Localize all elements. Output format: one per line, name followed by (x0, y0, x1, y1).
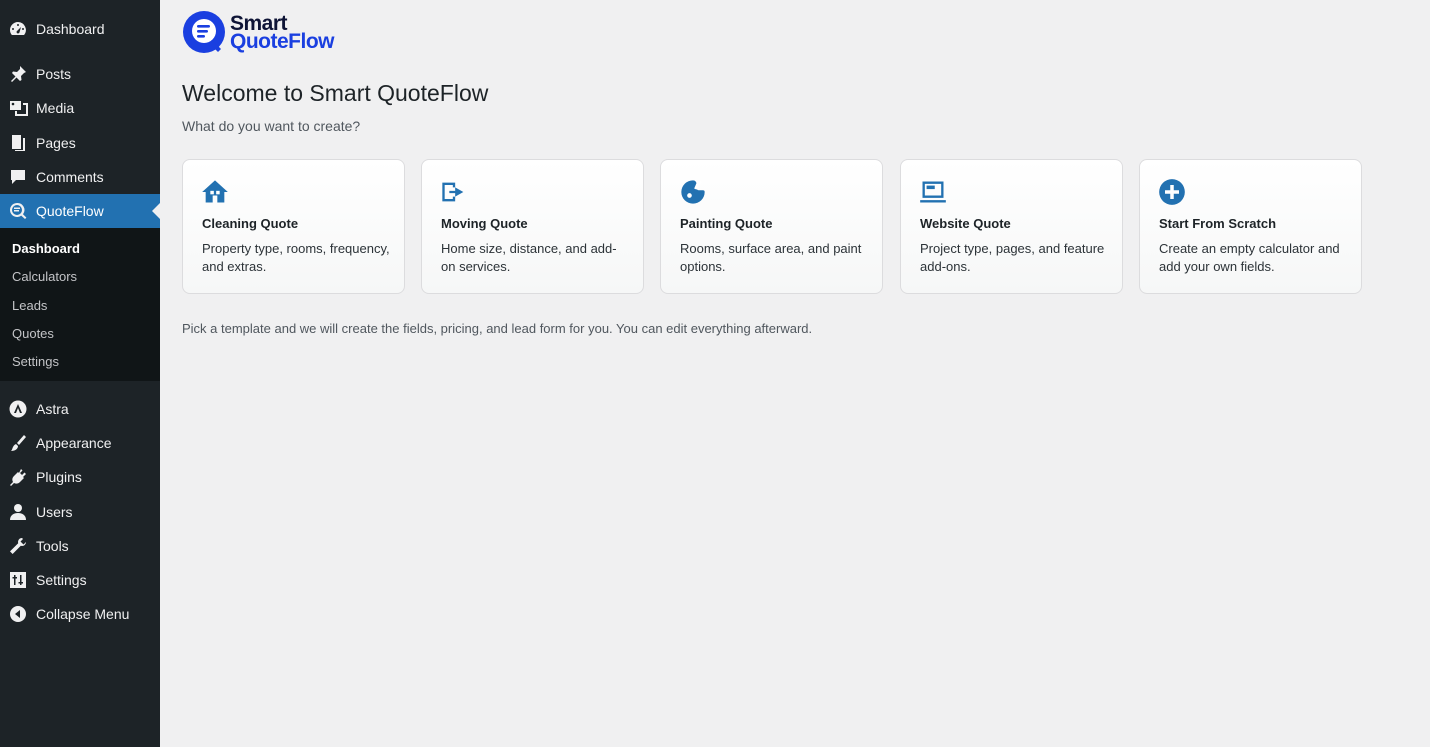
sidebar-item-label: Settings (36, 572, 87, 588)
card-description: Property type, rooms, frequency, and ext… (202, 241, 390, 274)
wrench-icon (0, 536, 36, 556)
dashboard-icon (0, 19, 36, 39)
laptop-icon (919, 178, 947, 206)
template-card-painting[interactable]: Painting Quote Rooms, surface area, and … (660, 159, 883, 294)
home-icon (201, 178, 229, 206)
sidebar-item-label: Tools (36, 538, 69, 554)
sidebar-item-label: Astra (36, 401, 69, 417)
pin-icon (0, 64, 36, 84)
sidebar-item-label: QuoteFlow (36, 203, 104, 219)
template-card-scratch[interactable]: Start From Scratch Create an empty calcu… (1139, 159, 1362, 294)
submenu-item-dashboard[interactable]: Dashboard (12, 241, 80, 256)
quoteflow-submenu: Dashboard Calculators Leads Quotes Setti… (0, 228, 160, 381)
plug-icon (0, 467, 36, 487)
card-description: Home size, distance, and add-on services… (441, 241, 617, 274)
moving-arrow-icon (440, 178, 468, 206)
sidebar-item-label: Posts (36, 66, 72, 82)
quoteflow-logo-icon (183, 11, 225, 53)
card-description: Create an empty calculator and add your … (1159, 241, 1340, 274)
sliders-icon (0, 570, 36, 590)
sidebar-item-quoteflow[interactable]: QuoteFlow (0, 194, 160, 228)
sidebar-item-dashboard[interactable]: Dashboard (0, 12, 160, 46)
template-card-moving[interactable]: Moving Quote Home size, distance, and ad… (421, 159, 644, 294)
template-card-cleaning[interactable]: Cleaning Quote Property type, rooms, fre… (182, 159, 405, 294)
logo-text-line2: QuoteFlow (230, 30, 335, 53)
sidebar-item-label: Dashboard (36, 21, 105, 37)
template-hint: Pick a template and we will create the f… (182, 321, 813, 336)
sidebar-item-label: Users (36, 504, 73, 520)
sidebar-item-users[interactable]: Users (0, 495, 160, 529)
sidebar-item-label: Comments (36, 169, 104, 185)
template-card-website[interactable]: Website Quote Project type, pages, and f… (900, 159, 1123, 294)
collapse-icon (0, 604, 36, 624)
sidebar-item-pages[interactable]: Pages (0, 126, 160, 160)
card-title: Painting Quote (680, 216, 773, 231)
sidebar-item-astra[interactable]: Astra (0, 392, 160, 426)
card-description: Rooms, surface area, and paint options. (680, 241, 862, 274)
sidebar-item-label: Collapse Menu (36, 606, 130, 622)
card-title: Moving Quote (441, 216, 528, 231)
paint-icon (679, 178, 707, 206)
sidebar-item-comments[interactable]: Comments (0, 160, 160, 194)
quoteflow-icon (0, 201, 36, 221)
page-subtitle: What do you want to create? (182, 118, 361, 134)
comment-icon (0, 167, 36, 187)
sidebar-item-label: Pages (36, 135, 76, 151)
card-title: Website Quote (920, 216, 1011, 231)
user-icon (0, 502, 36, 522)
main-content: Smart QuoteFlow Welcome to Smart QuoteFl… (160, 0, 1430, 747)
collapse-menu-button[interactable]: Collapse Menu (0, 597, 160, 631)
submenu-item-calculators[interactable]: Calculators (12, 269, 77, 284)
card-title: Start From Scratch (1159, 216, 1277, 231)
sidebar-item-settings[interactable]: Settings (0, 563, 160, 597)
smart-quoteflow-logo: Smart QuoteFlow (182, 10, 335, 56)
media-icon (0, 98, 36, 118)
sidebar-item-label: Appearance (36, 435, 112, 451)
plus-circle-icon (1158, 178, 1186, 206)
sidebar-item-label: Plugins (36, 469, 82, 485)
sidebar-item-posts[interactable]: Posts (0, 57, 160, 91)
submenu-item-quotes[interactable]: Quotes (12, 326, 54, 341)
admin-sidebar: Dashboard Posts Media Pages Comments Quo… (0, 0, 160, 747)
sidebar-item-appearance[interactable]: Appearance (0, 426, 160, 460)
astra-icon (0, 399, 36, 419)
sidebar-item-label: Media (36, 100, 75, 116)
sidebar-item-tools[interactable]: Tools (0, 529, 160, 563)
card-title: Cleaning Quote (202, 216, 299, 231)
submenu-item-leads[interactable]: Leads (12, 298, 47, 313)
sidebar-item-media[interactable]: Media (0, 91, 160, 125)
sidebar-item-plugins[interactable]: Plugins (0, 460, 160, 494)
pages-icon (0, 133, 36, 153)
card-description: Project type, pages, and feature add-ons… (920, 241, 1105, 274)
brush-icon (0, 433, 36, 453)
submenu-item-settings[interactable]: Settings (12, 354, 59, 369)
page-title: Welcome to Smart QuoteFlow (182, 80, 489, 106)
